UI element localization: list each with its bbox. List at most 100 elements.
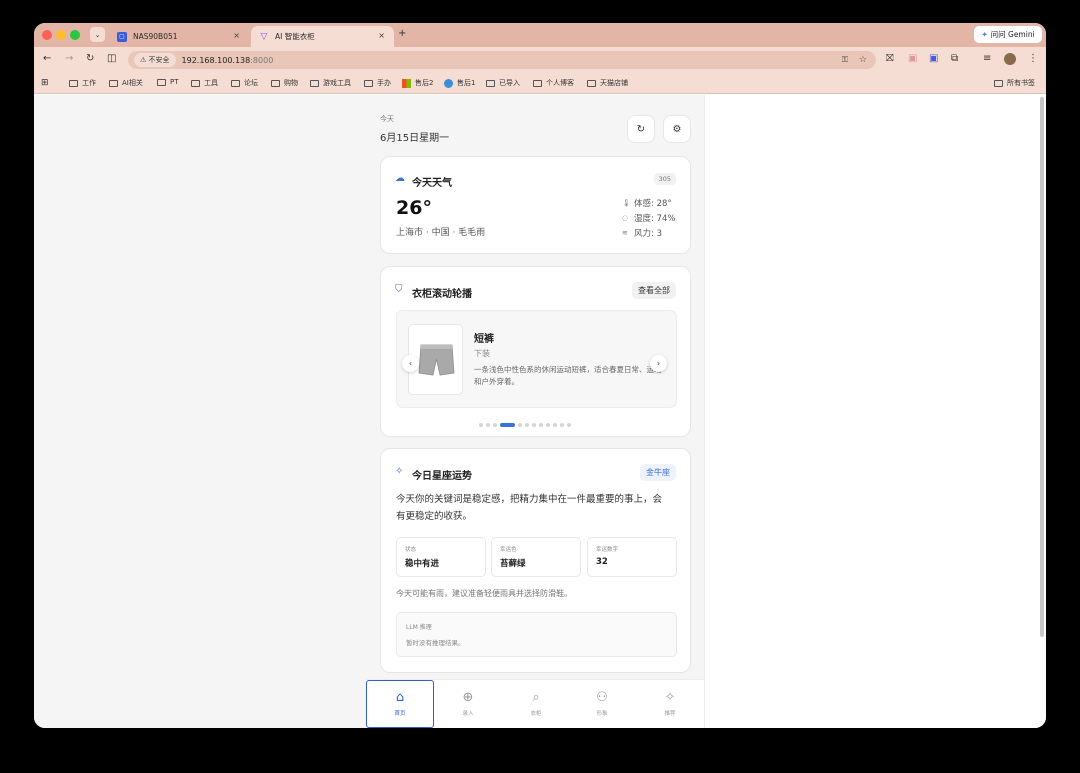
gear-icon: ⚙ [672,123,682,135]
chevron-right-icon: › [656,359,661,368]
nav-recommend[interactable]: ✧ 推荐 [636,680,704,728]
carousel-dot[interactable] [532,423,536,427]
reload-icon[interactable]: ↻ [86,53,94,64]
bookmark-label: 售后2 [415,79,434,87]
carousel-dot[interactable] [493,423,497,427]
sparkle-icon: ✧ [664,690,676,705]
carousel-next-button[interactable]: › [650,355,667,372]
avatar[interactable] [1004,53,1016,65]
tab-nas[interactable]: ▢ NAS90B051 × [109,26,249,47]
today-label: 今天 [380,115,394,123]
bookmark-item[interactable]: 售后2 [402,78,433,88]
bookmark-item[interactable]: 天猫店铺 [587,78,628,88]
nav-profile[interactable]: ⚇ 形象 [568,680,636,728]
bookmark-item[interactable]: 工作 [69,78,96,88]
sparkle-icon: ✧ [395,466,404,477]
back-icon[interactable]: ← [43,53,51,64]
carousel-dot[interactable] [553,423,557,427]
stat-text: 体感: 28° [634,199,672,209]
bookmark-item[interactable]: AI相关 [109,78,143,88]
view-all-button[interactable]: 查看全部 [632,282,676,299]
tab-search-button[interactable]: ⌄ [90,27,105,42]
security-chip[interactable]: ⚠ 不安全 [134,53,176,67]
carousel-dot[interactable] [518,423,522,427]
puzzle-icon[interactable]: ⧉ [951,53,958,64]
bookmark-label: 游戏工具 [323,79,351,87]
bookmark-item[interactable]: 已导入 [486,78,520,88]
bookmark-item[interactable]: 论坛 [231,78,258,88]
stat-text: 湿度: 74% [634,214,676,224]
carousel-dot[interactable] [546,423,550,427]
carousel-dot[interactable] [500,423,515,427]
carousel-dot[interactable] [486,423,490,427]
carousel-dot[interactable] [479,423,483,427]
feels-like-stat: 🌡 体感: 28° [622,197,672,209]
item-description: 一条浅色中性色系的休闲运动短裤，适合春夏日常、运动和户外穿着。 [474,365,662,386]
split-view-icon[interactable]: ◫ [107,53,116,64]
bookmark-item[interactable]: 手办 [364,78,391,88]
bookmark-label: 工作 [82,79,96,87]
tab-bar: ⌄ ▢ NAS90B051 × ▽ AI 智能衣柜 × + ✦ 问问 Gemin… [34,23,1046,47]
thermometer-icon: 🌡 [622,199,631,207]
reading-list-icon[interactable]: ≡ [983,53,991,64]
tile-label: 幸运数字 [596,547,619,553]
tile-label: 幸运色 [500,547,517,553]
scrollbar[interactable] [1040,97,1044,637]
nav-add[interactable]: ⊕ 录入 [434,680,502,728]
bookmark-item[interactable]: 售后1 [444,78,475,88]
apps-grid-icon[interactable]: ⊞ [41,78,49,88]
nav-label: 首页 [394,711,406,717]
carousel-dot[interactable] [560,423,564,427]
settings-button[interactable]: ⚙ [663,115,691,143]
weather-title: 今天天气 [412,178,452,189]
carousel-prev-button[interactable]: ‹ [402,355,419,372]
forward-icon[interactable]: → [65,53,73,64]
bookmark-item[interactable]: 游戏工具 [310,78,351,88]
microsoft-icon [402,78,411,88]
bookmark-item[interactable]: PT [157,78,179,86]
bookmark-item[interactable]: 个人博客 [533,78,574,88]
bookmark-star-icon[interactable]: ☆ [859,55,867,65]
extension-icon[interactable]: ▣ [908,53,917,64]
new-tab-button[interactable]: + [398,28,406,39]
horoscope-summary: 今天你的关键词是稳定感，把精力集中在一件最重要的事上，会有更稳定的收获。 [396,494,663,522]
nav-home[interactable]: ⌂ 首页 [366,680,434,728]
page-viewport: 今天 6月15日星期一 ↻ ⚙ ☁ 今天天气 305 26° 上海市 · 中国 … [34,95,1046,728]
carousel-dot[interactable] [539,423,543,427]
droplet-icon: ◌ [622,214,629,222]
more-menu-icon[interactable]: ⋮ [1028,53,1038,64]
bookmark-label: 天猫店铺 [600,79,628,87]
close-tab-icon[interactable]: × [233,31,240,40]
folder-icon [69,79,78,87]
nav-wardrobe[interactable]: ⌕ 衣柜 [502,680,570,728]
zoom-window-button[interactable] [70,30,80,40]
close-window-button[interactable] [42,30,52,40]
gemini-button[interactable]: ✦ 问问 Gemini [974,26,1042,43]
folder-icon [587,79,596,87]
bookmark-label: 论坛 [244,79,258,87]
key-icon[interactable]: ⚿ [842,55,848,65]
all-bookmarks[interactable]: 所有书签 [994,78,1035,88]
zodiac-badge[interactable]: 金牛座 [640,464,676,481]
browser-window: ⌄ ▢ NAS90B051 × ▽ AI 智能衣柜 × + ✦ 问问 Gemin… [34,23,1046,728]
bookmark-label: 售后1 [457,79,476,87]
stat-text: 风力: 3 [634,229,662,239]
wardrobe-title: 衣柜滚动轮播 [412,289,472,300]
tab-ai-wardrobe[interactable]: ▽ AI 智能衣柜 × [251,26,394,47]
minimize-window-button[interactable] [56,30,66,40]
refresh-button[interactable]: ↻ [627,115,655,143]
carousel-dot[interactable] [567,423,571,427]
horoscope-card: ✧ 今日星座运势 金牛座 今天你的关键词是稳定感，把精力集中在一件最重要的事上，… [380,448,691,673]
carousel-slide[interactable]: 短裤 下装 一条浅色中性色系的休闲运动短裤，适合春夏日常、运动和户外穿着。 ‹ … [396,310,677,408]
bookmark-label: 工具 [204,79,218,87]
bookmark-item[interactable]: 购物 [271,78,298,88]
extension-icon[interactable]: ▣ [929,53,938,64]
extension-icon[interactable]: ⛝ [886,53,894,64]
address-bar[interactable]: ⚠ 不安全 192.168.100.138 :8000 ⚿ ☆ [128,51,876,69]
refresh-icon: ↻ [636,123,646,135]
bookmark-item[interactable]: 工具 [191,78,218,88]
close-tab-icon[interactable]: × [378,31,385,40]
bookmark-label: PT [170,78,179,86]
carousel-dot[interactable] [525,423,529,427]
lucky-number-tile: 幸运数字 32 [587,537,677,577]
